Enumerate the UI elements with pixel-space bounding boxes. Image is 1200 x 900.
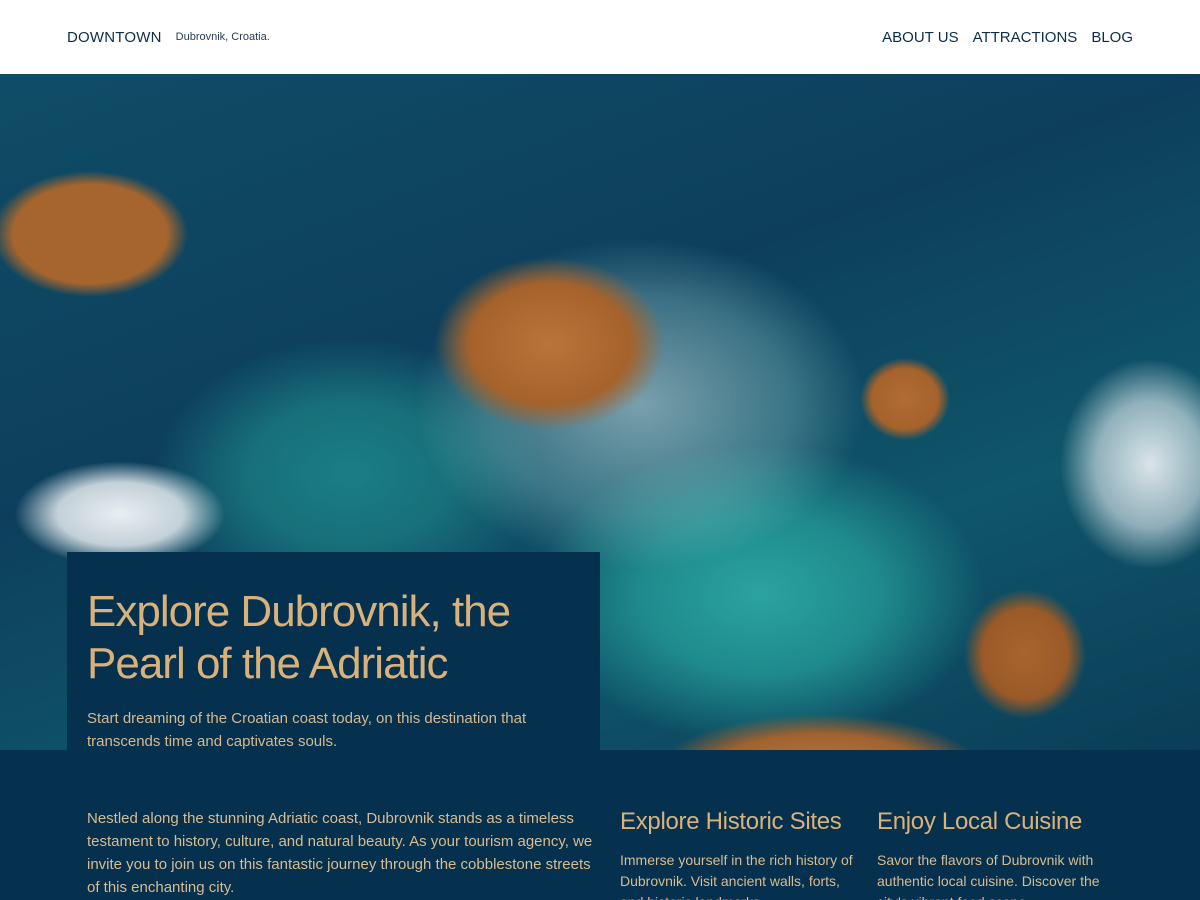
feature-historic-sites: Explore Historic Sites Immerse yourself … [620, 807, 860, 900]
site-brand[interactable]: DOWNTOWN [67, 29, 162, 46]
content-section: Nestled along the stunning Adriatic coas… [0, 750, 1200, 900]
nav-blog[interactable]: BLOG [1091, 29, 1133, 46]
feature-local-cuisine: Enjoy Local Cuisine Savor the flavors of… [877, 807, 1117, 900]
nav-attractions[interactable]: ATTRACTIONS [973, 29, 1078, 46]
nav-about-us[interactable]: ABOUT US [882, 29, 958, 46]
site-tagline: Dubrovnik, Croatia. [175, 31, 270, 43]
intro-text: Nestled along the stunning Adriatic coas… [87, 810, 593, 896]
main-nav: ABOUT US ATTRACTIONS BLOG [882, 29, 1133, 46]
feature-text: Immerse yourself in the rich history of … [620, 852, 853, 900]
site-header: DOWNTOWN Dubrovnik, Croatia. ABOUT US AT… [0, 0, 1200, 74]
hero-subtitle: Start dreaming of the Croatian coast tod… [87, 710, 527, 750]
hero-card: Explore Dubrovnik, the Pearl of the Adri… [67, 552, 600, 750]
feature-text: Savor the flavors of Dubrovnik with auth… [877, 852, 1100, 900]
feature-title: Explore Historic Sites [620, 808, 842, 835]
hero-title: Explore Dubrovnik, the Pearl of the Adri… [87, 587, 511, 688]
feature-title: Enjoy Local Cuisine [877, 808, 1083, 835]
